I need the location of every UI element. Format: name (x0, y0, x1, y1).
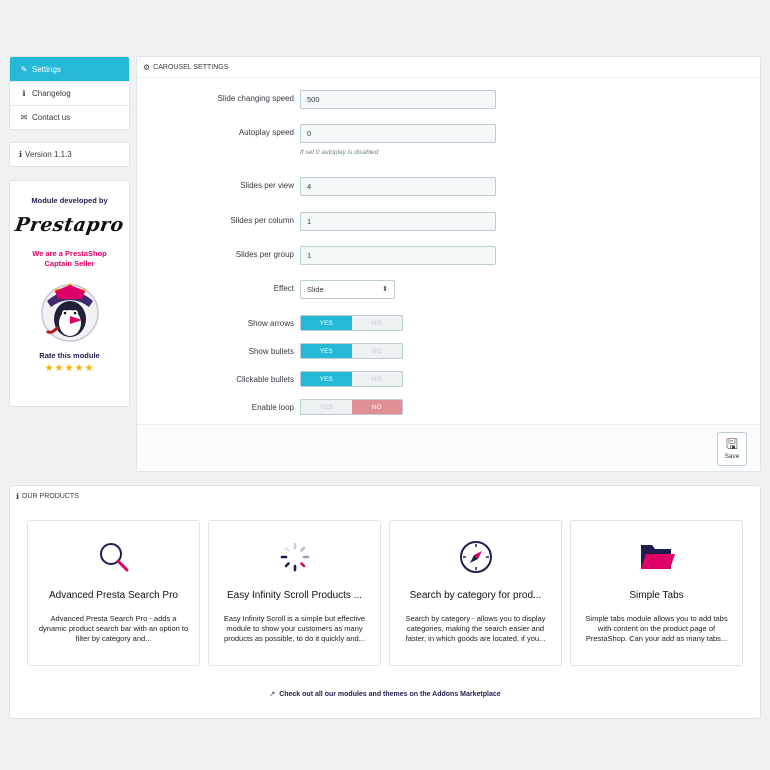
product-description: Simple tabs module allows you to add tab… (585, 614, 728, 643)
sidebar-item-contact[interactable]: ✉ Contact us (10, 105, 129, 129)
product-description: Advanced Presta Search Pro - adds a dyna… (38, 614, 189, 643)
clickable-bullets-switch[interactable]: YES NO (300, 371, 403, 387)
switch-yes[interactable]: YES (301, 316, 352, 330)
field-row-per-view: Slides per view 4 (137, 177, 760, 196)
panel-heading: ⚙ CAROUSEL SETTINGS (137, 57, 760, 78)
floppy-icon: 🖫 (726, 436, 738, 452)
slides-per-column-input[interactable]: 1 (300, 212, 496, 231)
field-row-effect: Effect Slide ⬍ (137, 280, 760, 299)
field-row-speed: Slide changing speed 500 (137, 90, 760, 109)
panel-title: CAROUSEL SETTINGS (153, 63, 229, 71)
field-label: Show bullets (248, 347, 294, 356)
version-box: ℹ Version 1.1.3 (9, 142, 130, 167)
compass-icon (390, 532, 561, 582)
autoplay-speed-input[interactable]: 0 (300, 124, 496, 143)
captain-seller-badge (37, 279, 103, 343)
panel-title: OUR PRODUCTS (22, 493, 79, 500)
field-row-show-bullets: Show bullets YES NO (137, 343, 760, 361)
side-nav: ✎ Settings ℹ Changelog ✉ Contact us (9, 56, 130, 130)
rate-module-link[interactable]: Rate this module (10, 351, 129, 360)
select-caret-icon: ⬍ (382, 286, 388, 293)
spinner-icon (209, 532, 380, 582)
effect-select-value: Slide (307, 285, 324, 294)
product-description: Search by category - allows you to displ… (405, 614, 546, 643)
field-label: Effect (273, 284, 294, 293)
field-label: Autoplay speed (238, 128, 294, 137)
captain-line-2: Captain Seller (44, 259, 95, 268)
effect-select[interactable]: Slide ⬍ (300, 280, 395, 299)
field-row-per-column: Slides per column 1 (137, 212, 760, 231)
autoplay-help-text: If set 0 autoplay is disabled (300, 149, 379, 156)
show-arrows-switch[interactable]: YES NO (300, 315, 403, 331)
field-label: Enable loop (251, 403, 294, 412)
info-icon: ℹ (22, 89, 26, 98)
switch-no[interactable]: NO (352, 372, 403, 386)
save-label: Save (724, 453, 740, 460)
developer-title: Module developed by (31, 196, 108, 205)
developer-box: Module developed by Prestapro We are a P… (9, 180, 130, 407)
prestapro-logo[interactable]: Prestapro (8, 214, 130, 236)
our-products-panel: ℹ OUR PRODUCTS Advanced Presta Search Pr… (9, 485, 761, 719)
addons-marketplace-link[interactable]: ↗ Check out all our modules and themes o… (10, 690, 760, 698)
field-label: Slides per group (235, 250, 294, 259)
field-label: Slide changing speed (217, 94, 294, 103)
field-label: Slides per column (230, 216, 294, 225)
cogs-icon: ⚙ (143, 62, 151, 72)
product-title: Easy Infinity Scroll Products ... (226, 590, 363, 601)
field-label: Show arrows (247, 319, 294, 328)
rating-stars[interactable]: ★★★★★ (10, 363, 129, 374)
field-row-autoplay: Autoplay speed 0 (137, 124, 760, 143)
addons-link-label: Check out all our modules and themes on … (279, 691, 501, 698)
field-label: Clickable bullets (236, 375, 294, 384)
field-row-show-arrows: Show arrows YES NO (137, 315, 760, 333)
product-card[interactable]: Search by category for prod... Search by… (389, 520, 562, 666)
wrench-icon: ✎ (20, 64, 28, 74)
sidebar-item-settings[interactable]: ✎ Settings (10, 57, 129, 81)
panel-footer: 🖫 Save (137, 424, 760, 471)
external-link-icon: ↗ (269, 691, 276, 698)
switch-no[interactable]: NO (352, 344, 403, 358)
product-title: Advanced Presta Search Pro (49, 590, 178, 601)
field-label: Slides per view (240, 181, 294, 190)
panel-heading: ℹ OUR PRODUCTS (10, 486, 760, 507)
envelope-icon: ✉ (20, 113, 28, 122)
product-cards: Advanced Presta Search Pro Advanced Pres… (27, 520, 743, 666)
product-description: Easy Infinity Scroll is a simple but eff… (223, 614, 366, 643)
slides-per-view-input[interactable]: 4 (300, 177, 496, 196)
enable-loop-switch[interactable]: YES NO (300, 399, 403, 415)
captain-line-1: We are a PrestaShop (32, 249, 107, 258)
version-label: Version 1.1.3 (25, 150, 72, 159)
field-row-per-group: Slides per group 1 (137, 246, 760, 265)
field-row-clickable-bullets: Clickable bullets YES NO (137, 371, 760, 389)
switch-no[interactable]: NO (352, 316, 403, 330)
product-card[interactable]: Advanced Presta Search Pro Advanced Pres… (27, 520, 200, 666)
sidebar-item-label: Contact us (32, 113, 71, 122)
magnifier-icon (28, 532, 199, 582)
captain-seller-text: We are a PrestaShop Captain Seller (10, 249, 129, 269)
switch-yes[interactable]: YES (301, 372, 352, 386)
switch-yes[interactable]: YES (301, 400, 352, 414)
product-card[interactable]: Simple Tabs Simple tabs module allows yo… (570, 520, 743, 666)
slide-speed-input[interactable]: 500 (300, 90, 496, 109)
field-row-enable-loop: Enable loop YES NO (137, 399, 760, 417)
switch-no[interactable]: NO (351, 400, 402, 414)
product-title: Search by category for prod... (409, 590, 542, 601)
sidebar-item-label: Changelog (32, 89, 71, 98)
show-bullets-switch[interactable]: YES NO (300, 343, 403, 359)
switch-yes[interactable]: YES (301, 344, 352, 358)
info-icon: ℹ (19, 150, 23, 159)
carousel-settings-panel: ⚙ CAROUSEL SETTINGS Slide changing speed… (136, 56, 761, 472)
sidebar-item-changelog[interactable]: ℹ Changelog (10, 81, 129, 105)
save-button[interactable]: 🖫 Save (717, 432, 747, 466)
sidebar-item-label: Settings (32, 64, 61, 74)
slides-per-group-input[interactable]: 1 (300, 246, 496, 265)
info-icon: ℹ (16, 492, 20, 501)
product-title: Simple Tabs (629, 590, 684, 601)
folder-icon (571, 532, 742, 582)
product-card[interactable]: Easy Infinity Scroll Products ... Easy I… (208, 520, 381, 666)
